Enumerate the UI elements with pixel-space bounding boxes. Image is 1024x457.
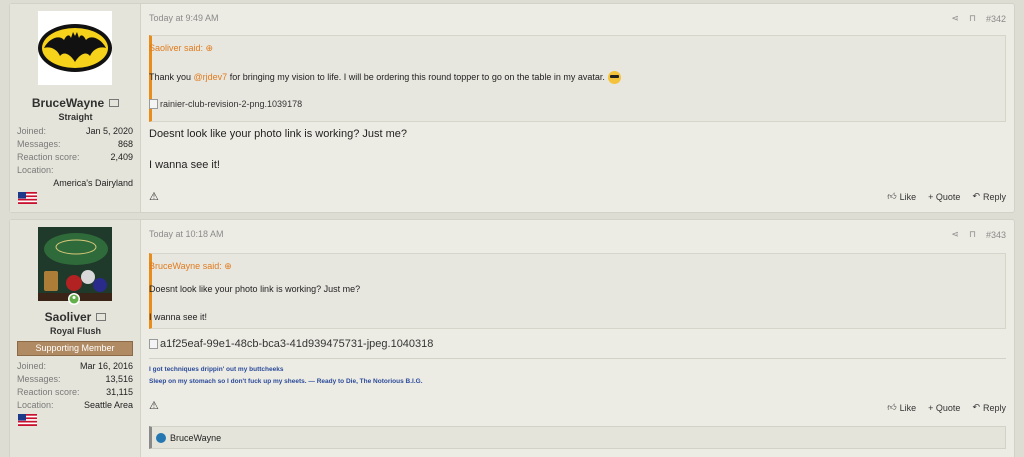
- signature-line: Sleep on my stomach so I don't fuck up m…: [149, 378, 423, 385]
- post-time[interactable]: Today at 9:49 AM: [149, 13, 219, 23]
- post-actions: 👍︎ Like + Quote ↶ Reply: [887, 191, 1006, 202]
- user-stats: Joined: Mar 16, 2016 Messages: 13,516 Reac…: [17, 361, 133, 412]
- report-icon[interactable]: ⚠: [149, 190, 159, 203]
- broken-image[interactable]: a1f25eaf-99e1-48cb-bca3-41d939475731-jpe…: [149, 338, 433, 350]
- quote-text: Doesnt look like your photo link is work…: [149, 284, 361, 294]
- envelope-icon[interactable]: [96, 313, 107, 321]
- online-status-icon: [68, 293, 80, 305]
- username[interactable]: Saoliver: [10, 310, 141, 324]
- sunglasses-emoji-icon: [607, 71, 621, 84]
- post-343: Saoliver Royal Flush Supporting Member J…: [9, 219, 1015, 457]
- broken-image-icon: [149, 339, 158, 349]
- signature-line: I got techniques drippin' out my buttche…: [149, 366, 284, 373]
- quote-header[interactable]: BruceWayne said: ⊕: [149, 261, 232, 272]
- post-body: Today at 10:18 AM ⋖ ⊓ #343 BruceWayne sa…: [141, 220, 1014, 457]
- reaction-user[interactable]: BruceWayne: [170, 433, 221, 443]
- user-panel: BruceWayne Straight Joined: Jan 5, 2020 M…: [10, 4, 141, 212]
- us-flag-icon: [18, 414, 37, 426]
- post-tools: ⋖ ⊓ #342: [951, 13, 1006, 24]
- message-line: I wanna see it!: [149, 159, 220, 171]
- post-body: Today at 9:49 AM ⋖ ⊓ #342 Saoliver said:…: [141, 4, 1014, 212]
- reply-arrow-icon: ↶: [972, 191, 980, 201]
- reply-button[interactable]: ↶ Reply: [972, 402, 1006, 413]
- poker-table-photo-icon[interactable]: [38, 227, 112, 301]
- user-location[interactable]: America's Dairyland: [17, 177, 133, 190]
- quote-text: I wanna see it!: [149, 312, 208, 322]
- broken-image-icon: [149, 99, 158, 109]
- thumbs-up-icon: 👍︎: [887, 402, 897, 412]
- reply-arrow-icon: ↶: [972, 402, 980, 412]
- like-button[interactable]: 👍︎ Like: [887, 402, 916, 413]
- post-time[interactable]: Today at 10:18 AM: [149, 229, 224, 239]
- message-line: Doesnt look like your photo link is work…: [149, 128, 408, 140]
- user-panel: Saoliver Royal Flush Supporting Member J…: [10, 220, 141, 457]
- thumbs-up-icon: 👍︎: [887, 191, 897, 201]
- reactions-bar[interactable]: BruceWayne: [149, 426, 1006, 449]
- reply-button[interactable]: ↶ Reply: [972, 191, 1006, 202]
- quote-button[interactable]: + Quote: [928, 191, 960, 202]
- user-title: Straight: [58, 112, 93, 122]
- envelope-icon[interactable]: [109, 99, 120, 107]
- username[interactable]: BruceWayne: [10, 96, 141, 110]
- post-actions: 👍︎ Like + Quote ↶ Reply: [887, 402, 1006, 413]
- batman-logo-icon[interactable]: [38, 11, 112, 85]
- quote-button[interactable]: + Quote: [928, 402, 960, 413]
- user-mention[interactable]: @rjdev7: [194, 72, 228, 82]
- quote-header[interactable]: Saoliver said: ⊕: [149, 43, 213, 54]
- like-button[interactable]: 👍︎ Like: [887, 191, 916, 202]
- post-number[interactable]: #343: [986, 230, 1006, 240]
- post-tools: ⋖ ⊓ #343: [951, 229, 1006, 240]
- bookmark-icon[interactable]: ⊓: [969, 229, 976, 240]
- user-title: Royal Flush: [49, 326, 101, 336]
- bookmark-icon[interactable]: ⊓: [969, 13, 976, 24]
- report-icon[interactable]: ⚠: [149, 399, 159, 412]
- post-number[interactable]: #342: [986, 14, 1006, 24]
- share-icon[interactable]: ⋖: [951, 13, 959, 24]
- share-icon[interactable]: ⋖: [951, 229, 959, 240]
- broken-image: rainier-club-revision-2-png.1039178: [149, 99, 302, 109]
- us-flag-icon: [18, 192, 37, 204]
- signature-divider: [149, 358, 1006, 359]
- user-stats: Joined: Jan 5, 2020 Messages: 868 Reaction…: [17, 126, 133, 190]
- quote-text: Thank you @rjdev7 for bringing my vision…: [149, 71, 621, 84]
- supporting-member-banner: Supporting Member: [17, 341, 133, 356]
- post-342: BruceWayne Straight Joined: Jan 5, 2020 M…: [9, 3, 1015, 213]
- like-reaction-icon: [156, 432, 166, 443]
- user-location[interactable]: Seattle Area: [84, 399, 133, 412]
